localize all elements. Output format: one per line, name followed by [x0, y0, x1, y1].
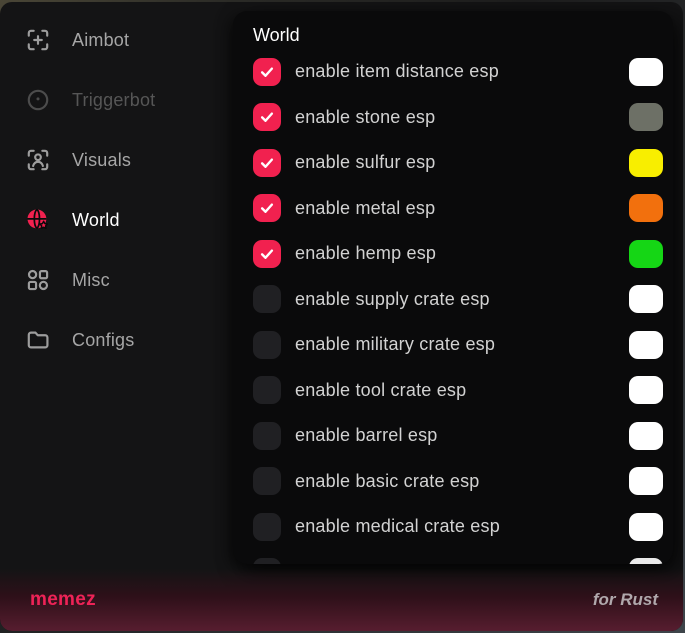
esp-row: enable hemp esp [233, 231, 673, 277]
esp-row: enable military crate esp [233, 322, 673, 368]
checkbox-checked[interactable] [253, 149, 281, 177]
esp-row: enable barrel esp [233, 413, 673, 459]
esp-row-label: enable item distance esp [295, 61, 629, 82]
checkbox-checked[interactable] [253, 103, 281, 131]
esp-row: enable item distance esp [233, 49, 673, 95]
world-globe-icon [25, 207, 51, 233]
checkmark-icon [258, 63, 276, 81]
esp-row: enable medical crate esp [233, 504, 673, 550]
sidebar-item-misc[interactable]: Misc [0, 250, 233, 310]
sidebar-item-visuals[interactable]: Visuals [0, 130, 233, 190]
color-swatch[interactable] [629, 331, 663, 359]
sidebar-item-label: Visuals [72, 150, 131, 171]
checkbox-checked[interactable] [253, 194, 281, 222]
world-panel: World enable item distance esp enable sto… [233, 11, 673, 564]
esp-row: enable tool crate esp [233, 368, 673, 414]
checkmark-icon [258, 199, 276, 217]
color-swatch[interactable] [629, 376, 663, 404]
esp-row: enable supply crate esp [233, 277, 673, 323]
esp-row: enable metal esp [233, 186, 673, 232]
esp-row-label: enable tool crate esp [295, 380, 629, 401]
sidebar-item-world[interactable]: World [0, 190, 233, 250]
visuals-icon [25, 147, 51, 173]
checkmark-icon [258, 108, 276, 126]
brand-tagline: for Rust [593, 590, 658, 610]
sidebar-item-label: Misc [72, 270, 110, 291]
misc-shapes-icon [25, 267, 51, 293]
aimbot-icon [25, 27, 51, 53]
checkbox-unchecked[interactable] [253, 376, 281, 404]
sidebar-item-triggerbot[interactable]: Triggerbot [0, 70, 233, 130]
visuals-icon [25, 147, 51, 173]
sidebar: Aimbot Triggerbot Visuals World Misc Configs [0, 2, 233, 631]
sidebar-item-label: Triggerbot [72, 90, 155, 111]
color-swatch[interactable] [629, 58, 663, 86]
cheat-window: AimbotTriggerbotVisualsWorldMiscConfigs … [0, 2, 683, 631]
color-swatch[interactable] [629, 285, 663, 313]
checkbox-unchecked[interactable] [253, 331, 281, 359]
checkbox-unchecked[interactable] [253, 513, 281, 541]
sidebar-item-configs[interactable]: Configs [0, 310, 233, 370]
color-swatch[interactable] [629, 103, 663, 131]
color-swatch[interactable] [629, 467, 663, 495]
triggerbot-icon [25, 87, 51, 113]
sidebar-item-label: Configs [72, 330, 134, 351]
esp-settings-list: enable item distance esp enable stone esp… [233, 49, 673, 564]
esp-row-label: enable barrel esp [295, 425, 629, 446]
aimbot-icon [25, 27, 51, 53]
esp-row: enable stone esp [233, 95, 673, 141]
color-swatch[interactable] [629, 558, 663, 564]
world-globe-icon [25, 207, 51, 233]
esp-row [233, 550, 673, 565]
esp-row-label: enable metal esp [295, 198, 629, 219]
esp-row-label: enable basic crate esp [295, 471, 629, 492]
checkbox-unchecked[interactable] [253, 558, 281, 564]
checkbox-unchecked[interactable] [253, 467, 281, 495]
sidebar-item-label: Aimbot [72, 30, 129, 51]
sidebar-item-label: World [72, 210, 120, 231]
color-swatch[interactable] [629, 240, 663, 268]
configs-folder-icon [25, 327, 51, 353]
esp-row: enable basic crate esp [233, 459, 673, 505]
color-swatch[interactable] [629, 149, 663, 177]
sidebar-item-aimbot[interactable]: Aimbot [0, 10, 233, 70]
checkbox-unchecked[interactable] [253, 285, 281, 313]
checkbox-unchecked[interactable] [253, 422, 281, 450]
color-swatch[interactable] [629, 422, 663, 450]
checkmark-icon [258, 154, 276, 172]
esp-row-label: enable medical crate esp [295, 516, 629, 537]
panel-title: World [233, 23, 673, 47]
brand-logo: memez [30, 589, 96, 611]
esp-row-label: enable stone esp [295, 107, 629, 128]
esp-row: enable sulfur esp [233, 140, 673, 186]
color-swatch[interactable] [629, 513, 663, 541]
configs-folder-icon [25, 327, 51, 353]
esp-row-label: enable sulfur esp [295, 152, 629, 173]
triggerbot-icon [25, 87, 51, 113]
esp-row-label: enable supply crate esp [295, 289, 629, 310]
checkmark-icon [258, 245, 276, 263]
esp-row-label: enable military crate esp [295, 334, 629, 355]
esp-row-label: enable hemp esp [295, 243, 629, 264]
color-swatch[interactable] [629, 194, 663, 222]
checkbox-checked[interactable] [253, 240, 281, 268]
misc-shapes-icon [25, 267, 51, 293]
footer-bar: memez for Rust [0, 569, 683, 631]
checkbox-checked[interactable] [253, 58, 281, 86]
